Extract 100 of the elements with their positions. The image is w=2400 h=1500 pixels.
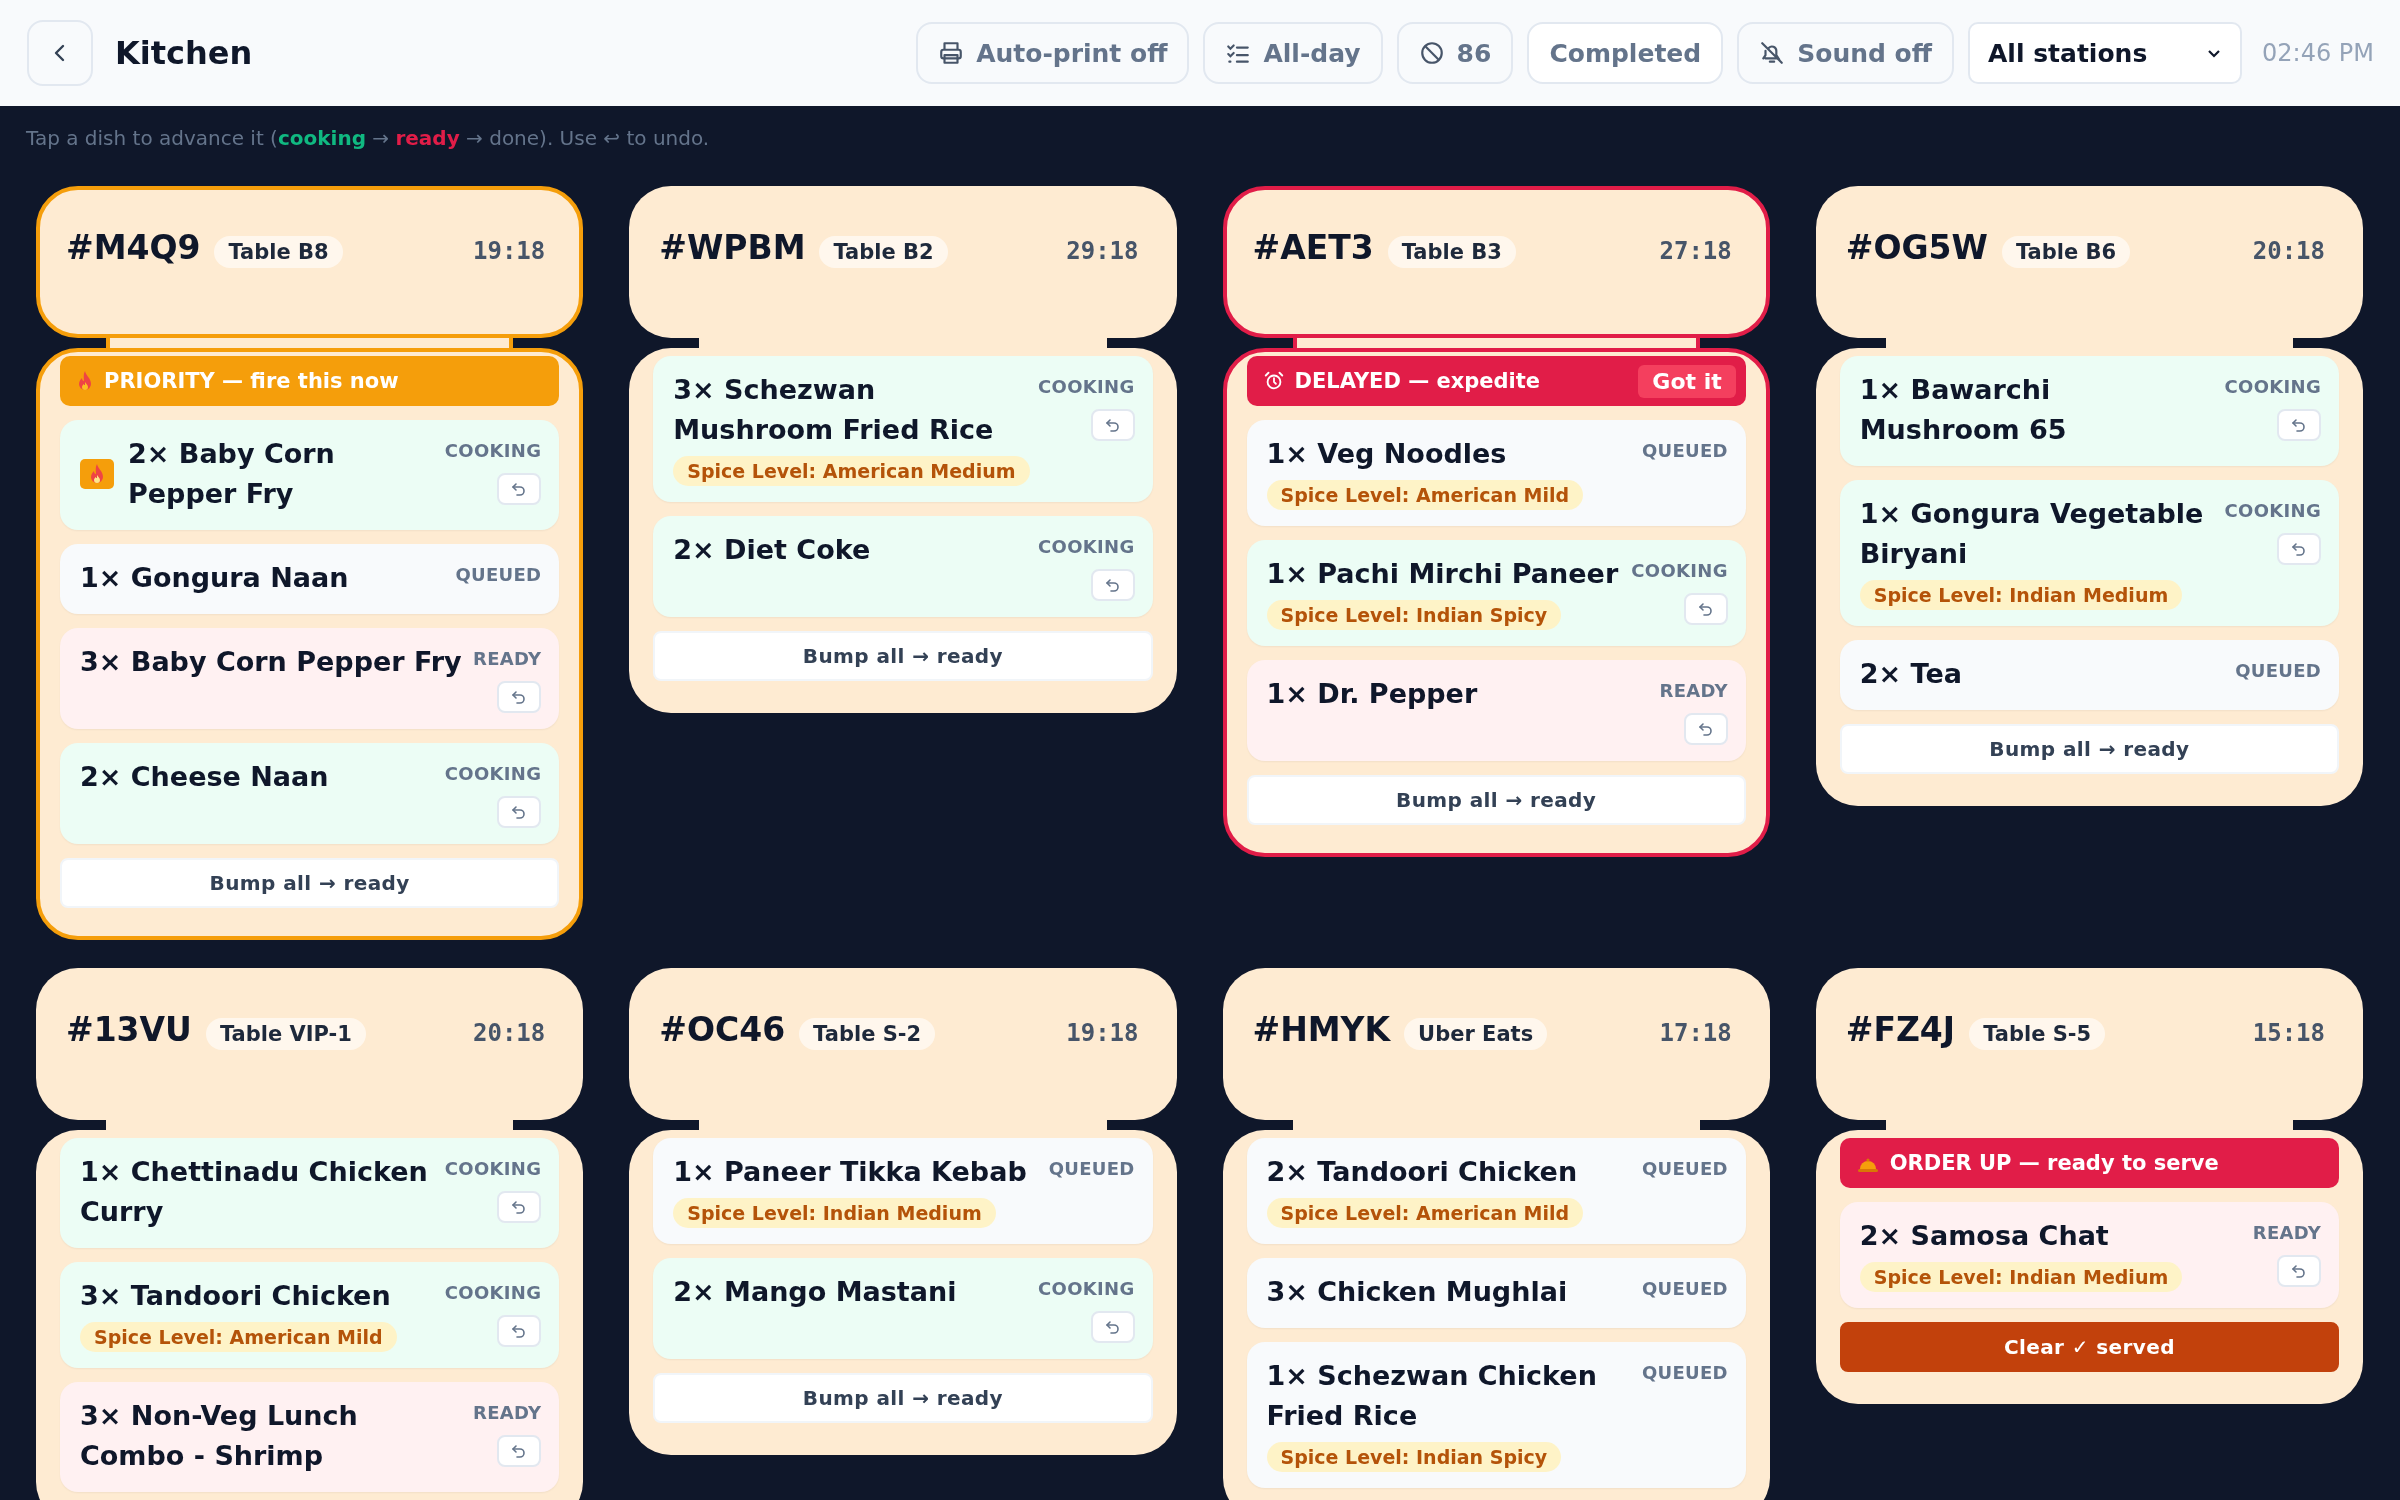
dish-status: READY (1659, 680, 1728, 701)
dish-status: COOKING (1038, 536, 1135, 557)
undo-button[interactable] (2277, 1255, 2321, 1287)
dish-row[interactable]: 2× Mango Mastani COOKING (653, 1258, 1153, 1359)
dish-row[interactable]: 2× Samosa Chat Spice Level: Indian Medium READY (1839, 1202, 2339, 1308)
alarm-clock-icon (1262, 370, 1285, 392)
bump-all-button[interactable]: Bump all → ready (653, 631, 1153, 681)
dismiss-button[interactable]: Got it (1638, 364, 1736, 398)
undo-icon (1103, 416, 1122, 434)
undo-icon (2290, 1262, 2308, 1280)
dish-name: 1× Veg Noodles (1266, 437, 1507, 471)
table-tag: Table VIP-1 (205, 1018, 366, 1050)
dish-name: 2× Baby Corn Pepper Fry (128, 437, 336, 511)
undo-button[interactable] (497, 1315, 542, 1347)
undo-button[interactable] (1090, 569, 1135, 601)
dish-row[interactable]: 1× Gongura Vegetable Biryani Spice Level: Indian Medium COOKING (1839, 480, 2339, 626)
table-tag: Uber Eats (1404, 1018, 1548, 1050)
checklist-button[interactable]: All-day (1203, 22, 1383, 84)
order-number: #WPBM (659, 228, 806, 267)
spice-tag: Spice Level: American Mild (1266, 480, 1584, 510)
ban-button[interactable]: 86 (1396, 22, 1514, 84)
dish-row[interactable]: 3× Baby Corn Pepper Fry READY (60, 628, 560, 729)
undo-button[interactable] (1090, 1311, 1135, 1343)
bell-off-button[interactable]: Sound off (1737, 22, 1954, 84)
spice-tag: Spice Level: Indian Spicy (1266, 600, 1562, 630)
dish-row[interactable]: 1× Pachi Mirchi Paneer Spice Level: Indian Spicy COOKING (1246, 540, 1746, 646)
undo-button[interactable] (497, 473, 542, 505)
dish-row[interactable]: 1× Paneer Tikka Kebab Spice Level: Indian Medium QUEUED (653, 1138, 1153, 1244)
undo-button[interactable] (2277, 409, 2321, 441)
dish-status: QUEUED (1641, 1278, 1728, 1299)
undo-button[interactable] (497, 796, 542, 828)
clear-served-button[interactable]: Clear ✓ served (1839, 1322, 2339, 1372)
table-tag: Table B6 (2001, 236, 2131, 268)
dish-row[interactable]: 3× Tandoori Chicken Spice Level: American Mild COOKING (60, 1262, 560, 1368)
dish-name: 3× Schezwan Mushroom Fried Rice (673, 373, 995, 447)
order-number: #AET3 (1252, 228, 1374, 267)
dish-status: QUEUED (1641, 1362, 1728, 1383)
dish-row[interactable]: 3× Non-Veg Lunch Combo - Shrimp READY (60, 1382, 560, 1492)
dish-status: READY (473, 648, 542, 669)
dish-status: QUEUED (2235, 660, 2321, 681)
spice-tag: Spice Level: Indian Spicy (1266, 1442, 1562, 1472)
undo-icon (1103, 1318, 1122, 1336)
undo-button[interactable] (497, 1191, 542, 1223)
dish-status: QUEUED (1641, 440, 1728, 461)
dish-status: COOKING (444, 1158, 542, 1179)
dish-name: 2× Tea (1859, 657, 1962, 691)
dish-row[interactable]: 2× Diet Coke COOKING (653, 516, 1153, 617)
banner-text: ORDER UP — ready to serve (1889, 1151, 2219, 1175)
table-tag: Table B8 (214, 236, 343, 268)
dish-status: COOKING (2224, 500, 2321, 521)
order-number: #OG5W (1845, 228, 1988, 267)
bump-all-button[interactable]: Bump all → ready (1246, 775, 1746, 825)
dish-status: READY (2252, 1222, 2321, 1243)
spice-tag: Spice Level: American Mild (80, 1322, 397, 1352)
undo-icon (1103, 576, 1122, 594)
undo-button[interactable] (1090, 409, 1135, 441)
undo-icon (1696, 600, 1715, 618)
elapsed-timer: 20:18 (2252, 237, 2325, 265)
dish-name: 3× Baby Corn Pepper Fry (80, 645, 462, 679)
banner-text: DELAYED — expedite (1294, 369, 1541, 393)
undo-button[interactable] (1683, 593, 1728, 625)
dish-row[interactable]: 1× Chettinadu Chicken Curry COOKING (60, 1138, 560, 1248)
dish-name: 1× Schezwan Chicken Fried Rice (1266, 1359, 1598, 1433)
station-select[interactable]: All stations (1968, 22, 2242, 84)
elapsed-timer: 19:18 (1066, 1019, 1139, 1047)
dish-name: 1× Paneer Tikka Kebab (673, 1155, 1027, 1189)
undo-button[interactable] (2277, 533, 2321, 565)
bump-all-button[interactable]: Bump all → ready (60, 858, 560, 908)
order-number: #FZ4J (1845, 1010, 1956, 1049)
undo-button[interactable] (497, 1435, 542, 1467)
table-tag: Table S-5 (1969, 1018, 2106, 1050)
dish-row[interactable]: 1× Gongura Naan QUEUED (60, 544, 560, 614)
undo-icon (2290, 416, 2308, 434)
dish-row[interactable]: 2× Cheese Naan COOKING (60, 743, 560, 844)
dish-row[interactable]: 3× Chicken Mughlai QUEUED (1246, 1258, 1746, 1328)
dish-row[interactable]: 1× Dr. Pepper READY (1246, 660, 1746, 761)
dish-row[interactable]: 1× Bawarchi Mushroom 65 COOKING (1839, 356, 2339, 466)
dish-name: 1× Pachi Mirchi Paneer (1266, 557, 1619, 591)
dish-row[interactable]: 2× Tandoori Chicken Spice Level: American Mild QUEUED (1246, 1138, 1746, 1244)
bump-all-button[interactable]: Bump all → ready (1839, 724, 2339, 774)
dish-name: 1× Gongura Vegetable Biryani (1859, 497, 2205, 571)
completed-button[interactable]: Completed (1527, 22, 1724, 84)
dish-name: 2× Mango Mastani (673, 1275, 957, 1309)
table-tag: Table B2 (819, 236, 948, 268)
dish-status: COOKING (1631, 560, 1728, 581)
undo-button[interactable] (497, 681, 542, 713)
undo-icon (2290, 540, 2308, 558)
undo-button[interactable] (1683, 713, 1728, 745)
dish-row[interactable]: 2× Baby Corn Pepper Fry COOKING (60, 420, 560, 530)
dish-row[interactable]: 2× Tea QUEUED (1839, 640, 2339, 710)
bump-all-button[interactable]: Bump all → ready (653, 1373, 1153, 1423)
dish-row[interactable]: 1× Veg Noodles Spice Level: American Mild QUEUED (1246, 420, 1746, 526)
dish-status: COOKING (444, 763, 542, 784)
dish-row[interactable]: 3× Schezwan Mushroom Fried Rice Spice Level: American Medium COOKING (653, 356, 1153, 502)
dish-status: COOKING (1038, 1278, 1135, 1299)
table-tag: Table S-2 (799, 1018, 936, 1050)
dish-name: 1× Chettinadu Chicken Curry (80, 1155, 429, 1229)
printer-button[interactable]: Auto-print off (916, 22, 1190, 84)
dish-row[interactable]: 1× Schezwan Chicken Fried Rice Spice Level: Indian Spicy QUEUED (1246, 1342, 1746, 1488)
ban-icon (1418, 40, 1445, 66)
